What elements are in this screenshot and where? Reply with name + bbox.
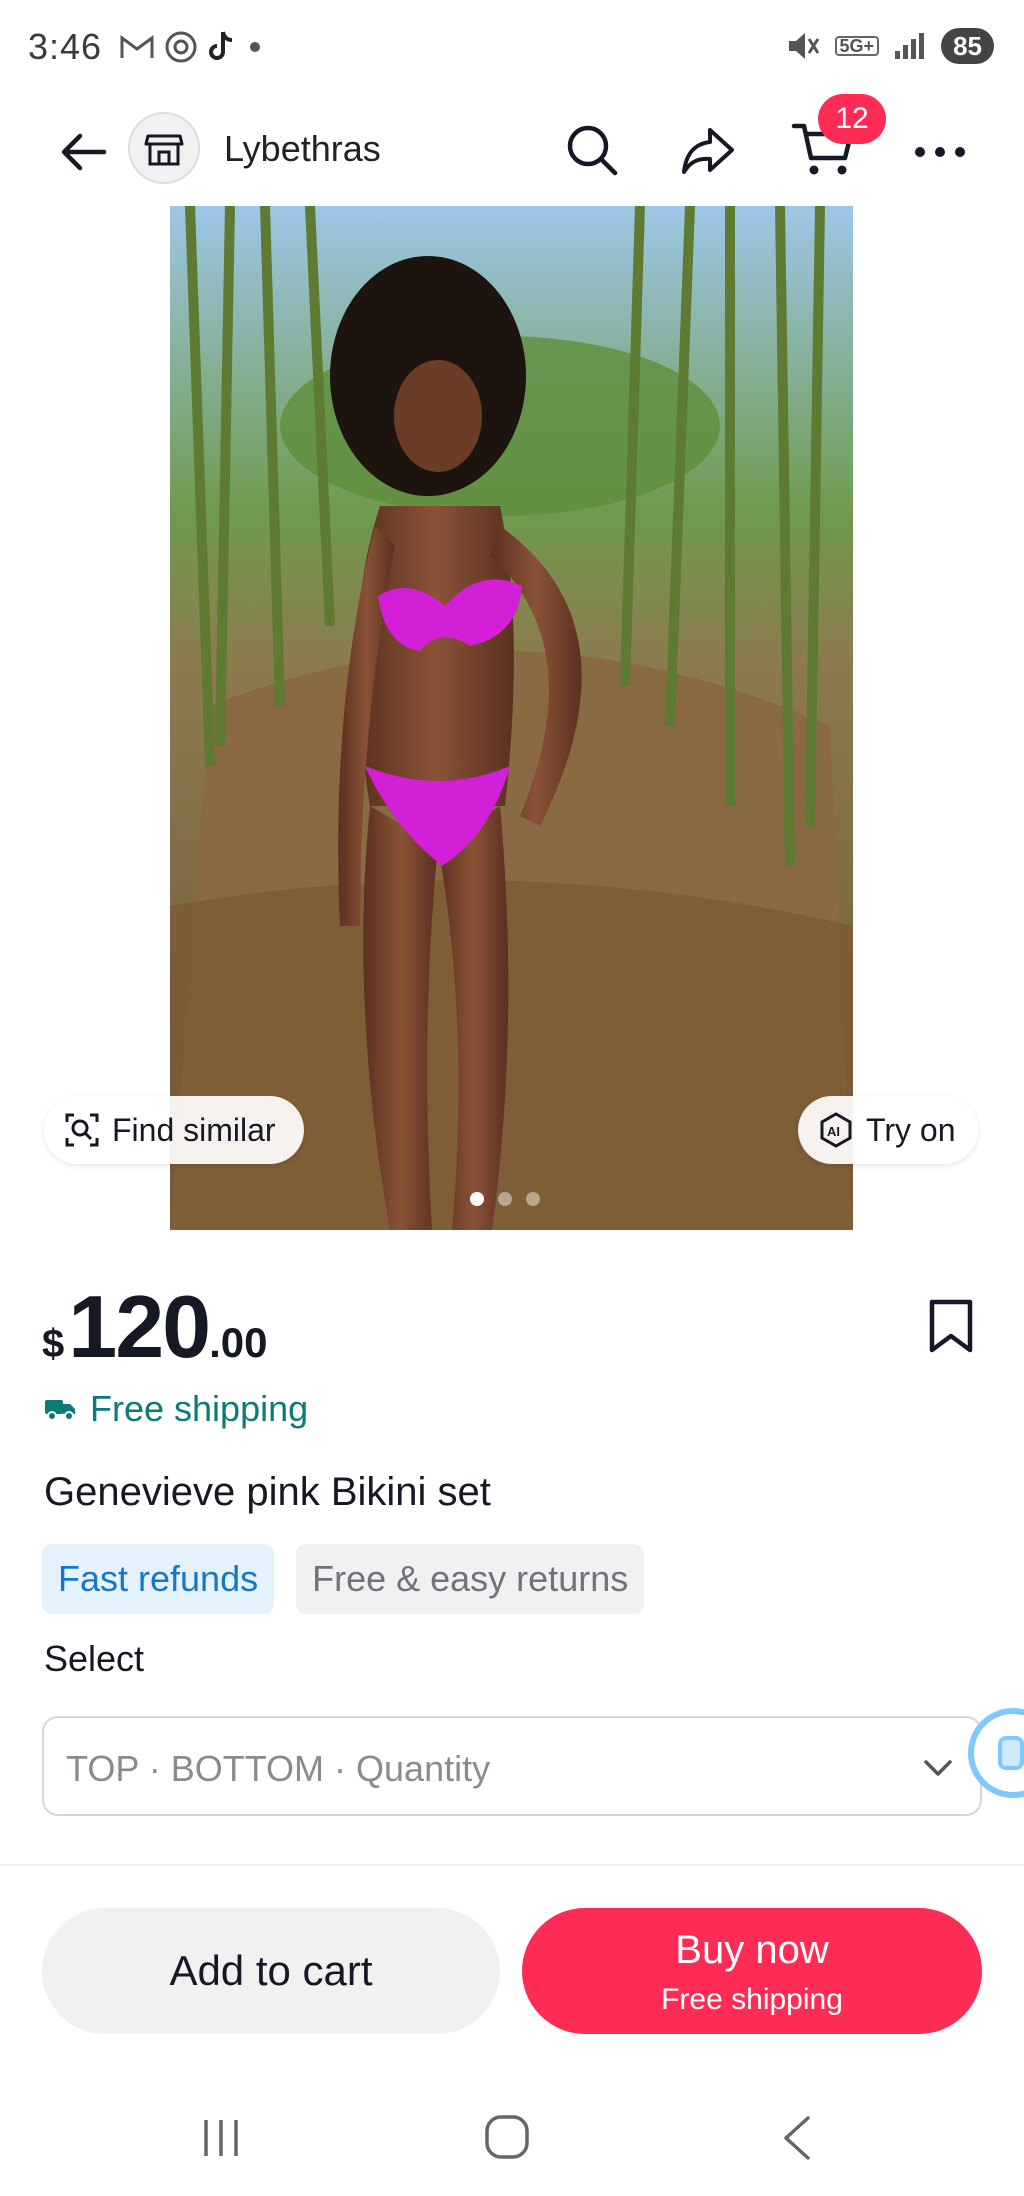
- select-label: Select: [44, 1638, 145, 1679]
- search-icon[interactable]: [562, 120, 622, 180]
- store-avatar[interactable]: [128, 112, 200, 184]
- image-page-dot[interactable]: [526, 1192, 540, 1206]
- find-similar-label: Find similar: [112, 1111, 276, 1148]
- buy-now-subtitle: Free shipping: [661, 1983, 843, 2016]
- signal-icon: [895, 33, 925, 59]
- chevron-down-icon: [924, 1760, 952, 1776]
- find-similar-button[interactable]: Find similar: [44, 1096, 304, 1164]
- system-nav-bar: [0, 2090, 1024, 2196]
- image-pagination: [470, 1192, 540, 1206]
- price-currency: $: [42, 1322, 65, 1366]
- store-name[interactable]: Lybethras: [224, 128, 381, 170]
- ai-try-on-icon: AI: [820, 1112, 852, 1148]
- truck-icon: [45, 1400, 75, 1421]
- notification-icons: [120, 30, 262, 64]
- free-shipping-row: Free shipping: [44, 1388, 308, 1430]
- add-to-cart-button[interactable]: Add to cart: [42, 1908, 500, 2034]
- buy-now-button[interactable]: Buy now Free shipping: [522, 1908, 982, 2034]
- store-icon: [144, 134, 184, 166]
- bookmark-icon[interactable]: [928, 1298, 974, 1354]
- image-search-icon: [65, 1113, 99, 1147]
- image-page-dot[interactable]: [498, 1192, 512, 1206]
- arrow-left-icon[interactable]: [56, 124, 112, 180]
- try-on-label: Try on: [866, 1111, 956, 1148]
- network-type: 5G+: [834, 36, 880, 56]
- home-icon[interactable]: [484, 2114, 530, 2160]
- status-bar: 3:46 5G+ 85: [0, 0, 1024, 100]
- threads-icon: [165, 31, 197, 63]
- system-back-icon[interactable]: [778, 2114, 814, 2162]
- free-shipping-label: Free shipping: [90, 1388, 309, 1429]
- price-cents: .00: [209, 1319, 268, 1366]
- divider: [0, 1864, 1024, 1866]
- product-image[interactable]: [170, 206, 853, 1230]
- variant-placeholder: TOP · BOTTOM · Quantity: [66, 1748, 491, 1789]
- more-icon[interactable]: [910, 124, 970, 180]
- image-page-dot[interactable]: [470, 1192, 484, 1206]
- product-price: $ 120 .00: [42, 1276, 267, 1378]
- tag-fast-refunds[interactable]: Fast refunds: [42, 1544, 275, 1614]
- top-nav: Lybethras 12: [0, 94, 1024, 200]
- assistant-icon: [998, 1736, 1024, 1770]
- tiktok-icon: [209, 31, 233, 60]
- mute-icon: [788, 33, 819, 59]
- recent-apps-icon[interactable]: [198, 2116, 244, 2160]
- tag-free-returns[interactable]: Free & easy returns: [296, 1544, 645, 1614]
- product-title: Genevieve pink Bikini set: [44, 1470, 491, 1514]
- service-tags: Fast refunds Free & easy returns: [42, 1544, 645, 1614]
- system-icons: 5G+ 85: [785, 28, 994, 64]
- cart-count-badge: 12: [818, 94, 886, 144]
- buy-now-label: Buy now: [675, 1928, 829, 1972]
- gmail-icon: [120, 35, 154, 58]
- dot-icon: [250, 42, 260, 52]
- price-whole: 120: [68, 1277, 211, 1376]
- svg-text:AI: AI: [827, 1124, 840, 1139]
- variant-selector[interactable]: TOP · BOTTOM · Quantity: [42, 1716, 982, 1816]
- status-time: 3:46: [28, 26, 103, 67]
- battery-level: 85: [941, 28, 994, 64]
- try-on-button[interactable]: AI Try on: [798, 1096, 978, 1164]
- share-icon[interactable]: [678, 120, 738, 180]
